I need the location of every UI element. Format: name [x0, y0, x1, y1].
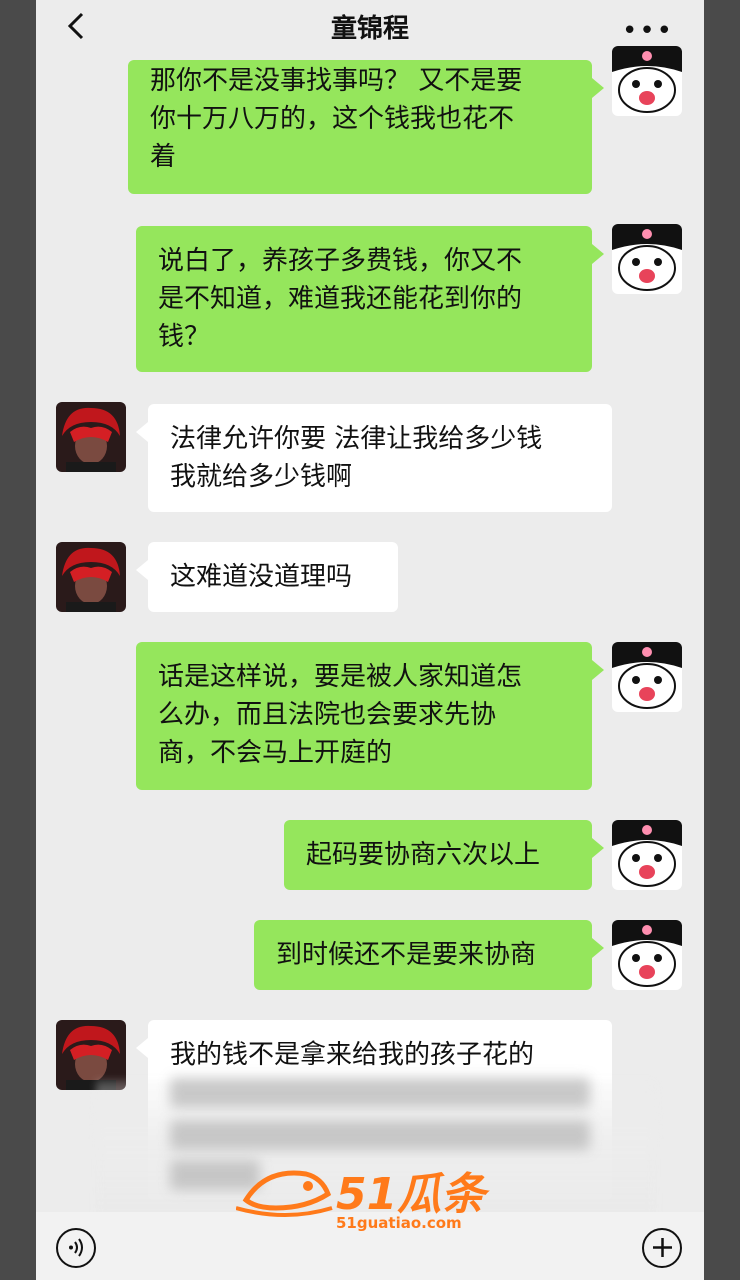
message-line: 商，不会马上开庭的 — [158, 738, 393, 768]
message-line: 你十万八万的，这个钱我也花不 — [150, 104, 515, 134]
watermark-logo-text: 51瓜条 — [336, 1169, 486, 1220]
message-line: 法律允许你要 法律让我给多少钱 — [170, 424, 543, 454]
chat-screen: 童锦程 ••• 那你不是没事找事吗？ 又不是要 你十万八万的，这个钱我也花不 着… — [36, 0, 704, 1280]
message-line: 说白了，养孩子多费钱，你又不 — [158, 246, 523, 276]
watermark-url: 51guatiao.com — [336, 1214, 462, 1232]
contact-avatar[interactable] — [56, 402, 126, 472]
message-bubble-sent[interactable]: 说白了，养孩子多费钱，你又不 是不知道，难道我还能花到你的 钱？ — [136, 226, 604, 372]
message-bubble-sent[interactable]: 那你不是没事找事吗？ 又不是要 你十万八万的，这个钱我也花不 着 — [128, 60, 604, 194]
blurred-text — [170, 1120, 590, 1150]
message-line: 那你不是没事找事吗？ 又不是要 — [150, 66, 523, 96]
message-line: 到时候还不是要来协商 — [276, 940, 537, 970]
blurred-text — [170, 1078, 590, 1108]
contact-avatar[interactable] — [56, 542, 126, 612]
plus-icon[interactable] — [642, 1228, 682, 1268]
watermark-logo-icon — [236, 1170, 333, 1217]
chat-header: 童锦程 ••• — [36, 0, 704, 52]
message-line: 这难道没道理吗 — [170, 562, 353, 592]
chat-title: 童锦程 — [330, 14, 409, 44]
message-line: 是不知道，难道我还能花到你的 — [158, 284, 523, 314]
message-line: 着 — [150, 142, 177, 172]
message-bubble-sent[interactable]: 起码要协商六次以上 — [284, 820, 604, 890]
my-avatar[interactable] — [612, 46, 682, 116]
message-line: 起码要协商六次以上 — [306, 840, 541, 870]
message-line: 么办，而且法院也会要求先协 — [158, 700, 497, 730]
message-bubble-sent[interactable]: 到时候还不是要来协商 — [254, 920, 604, 990]
message-bubble-received[interactable]: 这难道没道理吗 — [136, 542, 398, 612]
voice-icon[interactable] — [56, 1228, 96, 1268]
my-avatar[interactable] — [612, 642, 682, 712]
message-line: 钱？ — [158, 322, 211, 352]
message-line: 话是这样说，要是被人家知道怎 — [158, 662, 523, 692]
my-avatar[interactable] — [612, 920, 682, 990]
watermark: 51瓜条 51guatiao.com — [236, 1158, 536, 1238]
message-line: 我的钱不是拿来给我的孩子花的 — [170, 1040, 535, 1070]
my-avatar[interactable] — [612, 224, 682, 294]
message-bubble-sent[interactable]: 话是这样说，要是被人家知道怎 么办，而且法院也会要求先协 商，不会马上开庭的 — [136, 642, 604, 790]
my-avatar[interactable] — [612, 820, 682, 890]
message-bubble-received[interactable]: 法律允许你要 法律让我给多少钱 我就给多少钱啊 — [136, 404, 612, 512]
more-icon[interactable]: ••• — [622, 16, 674, 46]
message-line: 我就给多少钱啊 — [170, 462, 353, 492]
